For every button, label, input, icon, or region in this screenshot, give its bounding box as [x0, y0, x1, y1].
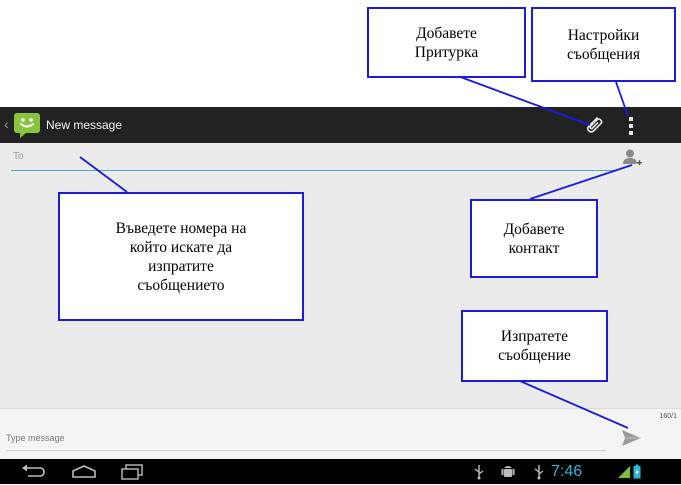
callout-recipient: Въведете номера на който искате да изпра… [58, 192, 304, 321]
contact-connector [529, 164, 633, 200]
callout-attachment-line: Притурка [414, 43, 479, 61]
callout-send-line: Изпратете [500, 328, 569, 345]
callout-contact: Добавете контакт [470, 199, 598, 278]
settings-connector [615, 81, 629, 117]
callout-send-line: съобщение [498, 347, 571, 364]
callout-contact-line: Добавете [503, 220, 565, 238]
callout-settings: Настройки съобщения [531, 7, 676, 82]
callout-recipient-line: Въведете номера на [115, 219, 247, 237]
callout-recipient-line: изпратите [148, 257, 214, 275]
send-connector [519, 380, 629, 429]
recipient-connector [79, 156, 128, 193]
callout-contact-line: контакт [508, 239, 560, 257]
callout-recipient-line: съобщението [137, 276, 225, 294]
callout-recipient-line: който искате да [129, 238, 233, 256]
callout-attachment: Добавете Притурка [367, 7, 526, 78]
callout-send: Изпратете съобщение [461, 310, 608, 382]
callout-attachment-line: Добавете [416, 24, 477, 42]
callout-settings-line: съобщения [566, 45, 641, 63]
callout-settings-line: Настройки [567, 26, 640, 44]
